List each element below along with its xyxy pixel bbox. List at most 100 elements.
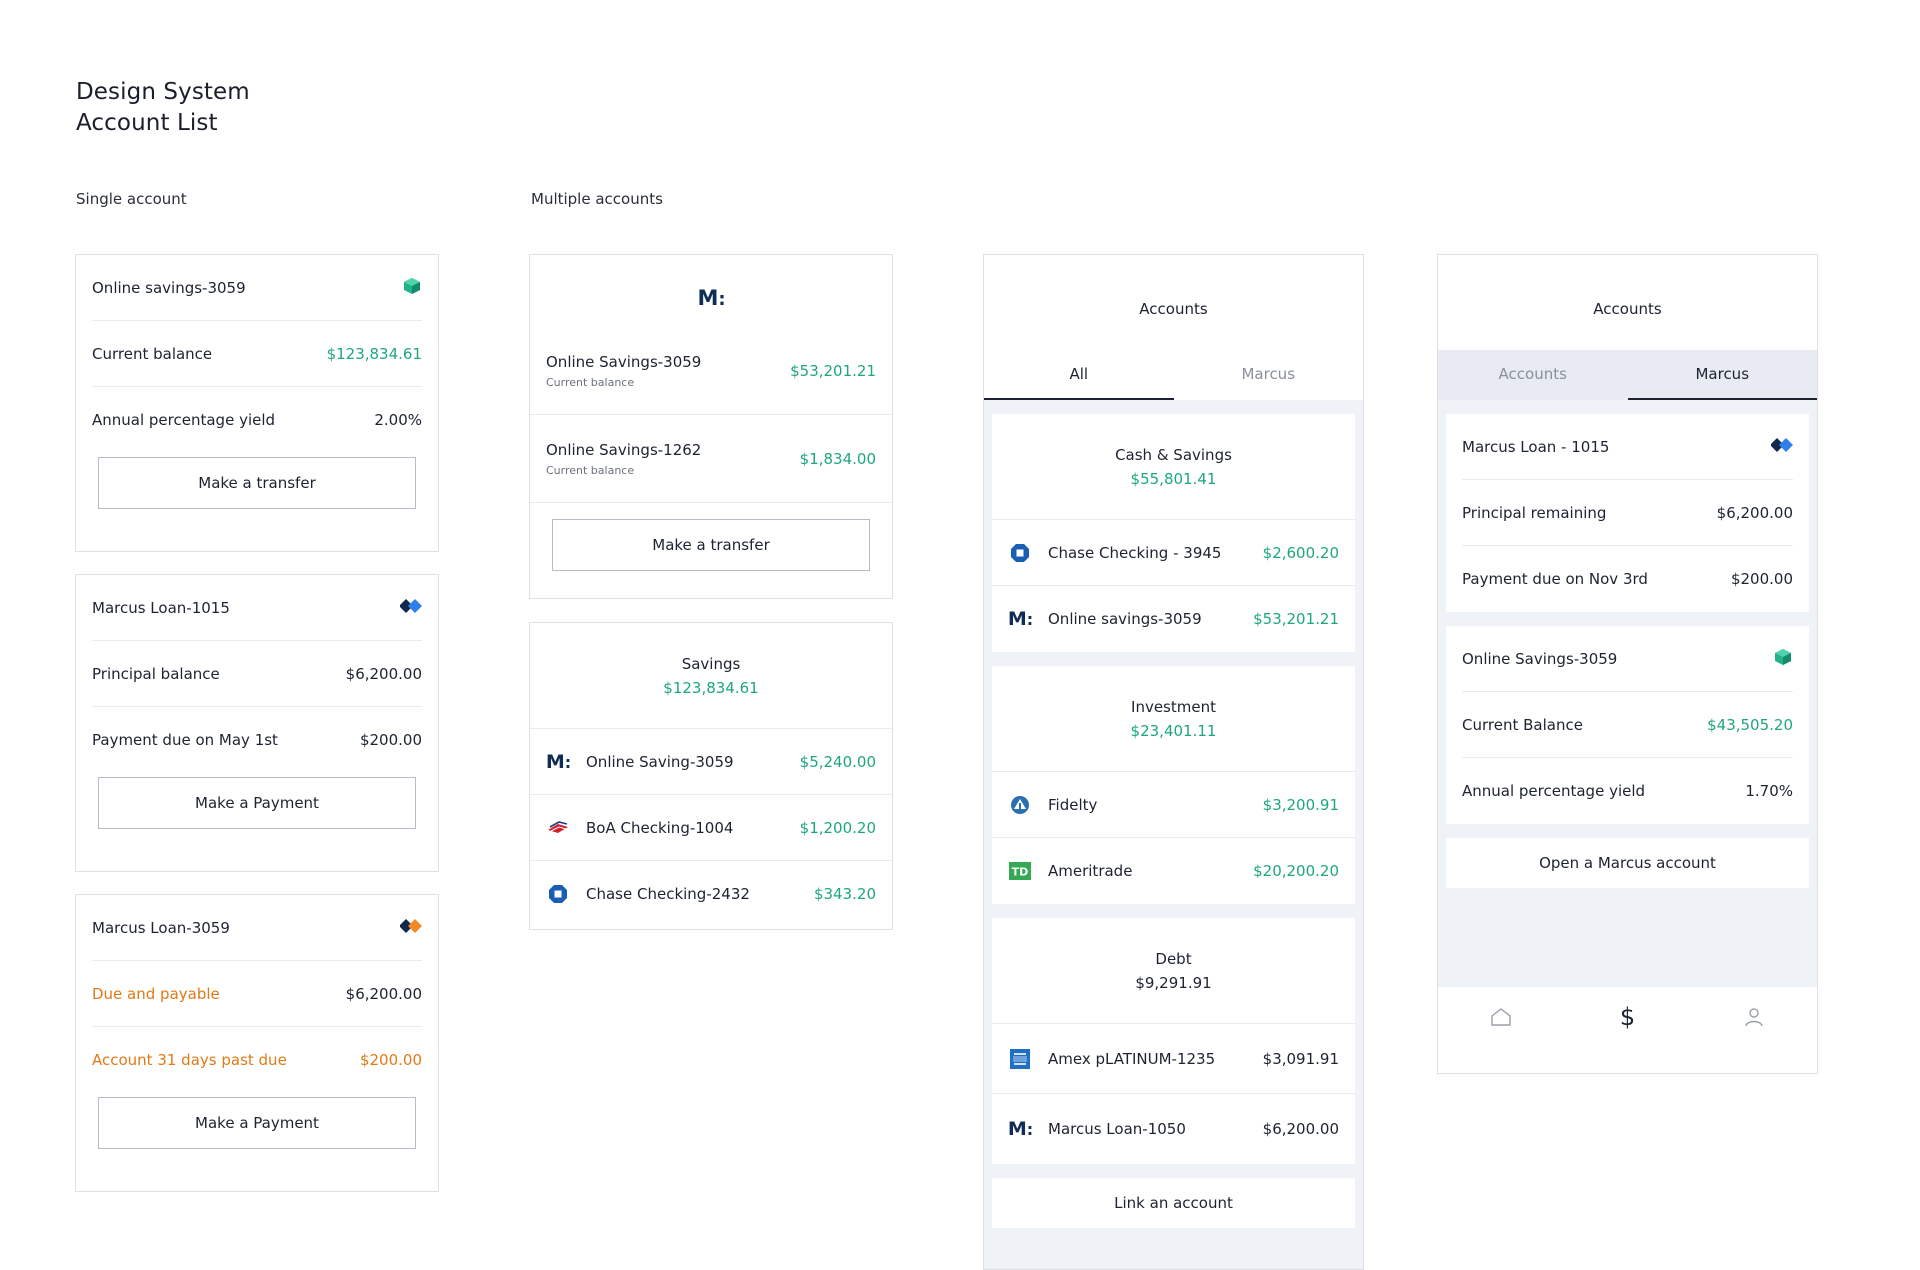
list-item[interactable]: Chase Checking-2432 $343.20 bbox=[530, 861, 892, 927]
detail-row: Current balance $123,834.61 bbox=[92, 321, 422, 387]
tab-bar: Accounts Marcus bbox=[1438, 350, 1817, 400]
card-title: Marcus Loan - 1015 bbox=[1462, 437, 1610, 456]
card-header-row: Online Savings-3059 bbox=[1462, 626, 1793, 692]
detail-value: $43,505.20 bbox=[1707, 715, 1793, 734]
logo-colon: : bbox=[718, 289, 725, 310]
detail-label: Payment due on May 1st bbox=[92, 731, 278, 749]
phone-header: Accounts bbox=[984, 255, 1363, 350]
group-card-debt: Debt $9,291.91 Amex pLATINUM-1235 $3,091… bbox=[992, 918, 1355, 1164]
make-transfer-button[interactable]: Make a transfer bbox=[98, 457, 416, 509]
group-title: Investment bbox=[1131, 697, 1216, 716]
card-header-row: Marcus Loan-3059 bbox=[92, 895, 422, 961]
account-sub: Current balance bbox=[546, 375, 635, 389]
list-item[interactable]: M: Online Saving-3059 $5,240.00 bbox=[530, 729, 892, 795]
detail-label: Principal balance bbox=[92, 664, 220, 683]
detail-value: $200.00 bbox=[359, 731, 422, 749]
home-icon[interactable] bbox=[1488, 1004, 1514, 1030]
detail-row: Principal remaining $6,200.00 bbox=[1462, 480, 1793, 546]
group-title: Cash & Savings bbox=[1115, 445, 1232, 464]
detail-value: $6,200.00 bbox=[1716, 503, 1793, 522]
detail-value: $200.00 bbox=[359, 1051, 422, 1069]
detail-row: Due and payable $6,200.00 bbox=[92, 961, 422, 1027]
list-item[interactable]: BoA Checking-1004 $1,200.20 bbox=[530, 795, 892, 861]
account-name: BoA Checking-1004 bbox=[586, 818, 734, 837]
account-name: Fidelty bbox=[1048, 795, 1098, 814]
detail-label: Current balance bbox=[92, 344, 213, 363]
list-item[interactable]: Online Savings-1262 Current balance $1,8… bbox=[530, 415, 892, 503]
phone-header: Accounts bbox=[1438, 255, 1817, 350]
multi-card-savings-group: Savings $123,834.61 M: Online Saving-305… bbox=[529, 622, 893, 930]
account-value: $53,201.21 bbox=[790, 361, 876, 380]
list-item[interactable]: Chase Checking - 3945 $2,600.20 bbox=[992, 520, 1355, 586]
group-card-cash-savings: Cash & Savings $55,801.41 Chase Checking… bbox=[992, 414, 1355, 652]
phone-all-accounts: Accounts All Marcus Cash & Savings $55,8… bbox=[983, 254, 1364, 1270]
page-title: Design System Account List bbox=[76, 77, 250, 139]
detail-label: Current Balance bbox=[1462, 715, 1583, 734]
page-title-line2: Account List bbox=[76, 110, 218, 136]
card-header-row: Marcus Loan - 1015 bbox=[1462, 414, 1793, 480]
single-card-savings: Online savings-3059 Current balance $123… bbox=[75, 254, 439, 552]
multi-card-marcus: M: Online Savings-3059 Current balance $… bbox=[529, 254, 893, 599]
detail-label: Payment due on Nov 3rd bbox=[1462, 570, 1648, 588]
account-name: Marcus Loan-1050 bbox=[1048, 1120, 1186, 1138]
user-icon[interactable] bbox=[1741, 1004, 1767, 1030]
boa-flag-icon bbox=[546, 816, 570, 840]
group-header: Savings $123,834.61 bbox=[530, 623, 892, 729]
account-name: Chase Checking - 3945 bbox=[1048, 543, 1222, 562]
detail-row: Principal balance $6,200.00 bbox=[92, 641, 422, 707]
card-title: Marcus Loan-1015 bbox=[92, 598, 230, 617]
phone-marcus-accounts: Accounts Accounts Marcus Marcus Loan - 1… bbox=[1437, 254, 1818, 1074]
account-name: Online Savings-3059 bbox=[546, 352, 702, 371]
svg-text:TD: TD bbox=[1012, 866, 1029, 879]
list-item[interactable]: Online Savings-3059 Current balance $53,… bbox=[530, 327, 892, 415]
marcus-m-icon: M: bbox=[1007, 608, 1033, 630]
marcus-m-icon: M: bbox=[545, 750, 571, 773]
account-value: $5,240.00 bbox=[799, 752, 876, 771]
list-item[interactable]: Fidelty $3,200.91 bbox=[992, 772, 1355, 838]
marcus-logo: M: bbox=[530, 255, 892, 327]
account-value: $343.20 bbox=[813, 885, 876, 903]
group-header: Investment $23,401.11 bbox=[992, 666, 1355, 772]
group-header: Debt $9,291.91 bbox=[992, 918, 1355, 1024]
single-card-loan: Marcus Loan-1015 Principal balance $6,20… bbox=[75, 574, 439, 872]
make-payment-button[interactable]: Make a Payment bbox=[98, 1097, 416, 1149]
tab-marcus[interactable]: Marcus bbox=[1174, 350, 1364, 400]
marcus-diamond-icon bbox=[1770, 437, 1793, 457]
group-title: Savings bbox=[681, 654, 741, 673]
detail-row: Annual percentage yield 1.70% bbox=[1462, 758, 1793, 824]
account-name: Ameritrade bbox=[1048, 862, 1133, 880]
detail-label: Annual percentage yield bbox=[1462, 782, 1646, 800]
chase-octagon-icon bbox=[1008, 541, 1032, 565]
marcus-diamond-orange-icon bbox=[399, 918, 422, 938]
detail-row: Payment due on Nov 3rd $200.00 bbox=[1462, 546, 1793, 612]
account-name: Online savings-3059 bbox=[1048, 610, 1202, 628]
detail-value: $200.00 bbox=[1730, 570, 1793, 588]
link-account-button[interactable]: Link an account bbox=[992, 1178, 1355, 1228]
list-item[interactable]: Amex pLATINUM-1235 $3,091.91 bbox=[992, 1024, 1355, 1094]
list-item[interactable]: M: Online savings-3059 $53,201.21 bbox=[992, 586, 1355, 652]
group-value: $55,801.41 bbox=[1130, 469, 1217, 488]
marcus-loan-card: Marcus Loan - 1015 Principal remaining $… bbox=[1446, 414, 1809, 612]
account-value: $53,201.21 bbox=[1253, 610, 1339, 628]
card-title: Online savings-3059 bbox=[92, 278, 246, 297]
marcus-diamond-icon bbox=[399, 598, 422, 618]
make-payment-button[interactable]: Make a Payment bbox=[98, 777, 416, 829]
account-value: $2,600.20 bbox=[1262, 543, 1339, 562]
section-label-multiple: Multiple accounts bbox=[531, 190, 663, 208]
tab-accounts[interactable]: Accounts bbox=[1438, 350, 1628, 400]
marcus-cube-icon bbox=[402, 276, 422, 300]
make-transfer-button[interactable]: Make a transfer bbox=[552, 519, 870, 571]
list-item[interactable]: M: Marcus Loan-1050 $6,200.00 bbox=[992, 1094, 1355, 1164]
card-title: Online Savings-3059 bbox=[1462, 649, 1618, 668]
tab-all[interactable]: All bbox=[984, 350, 1174, 400]
open-marcus-account-button[interactable]: Open a Marcus account bbox=[1446, 838, 1809, 888]
list-item[interactable]: TD Ameritrade $20,200.20 bbox=[992, 838, 1355, 904]
account-value: $1,200.20 bbox=[799, 818, 876, 837]
group-value: $123,834.61 bbox=[663, 678, 759, 697]
detail-value: $6,200.00 bbox=[345, 984, 422, 1003]
fidelity-icon bbox=[1008, 793, 1032, 817]
dollar-icon[interactable]: $ bbox=[1614, 1003, 1640, 1031]
tab-marcus[interactable]: Marcus bbox=[1627, 350, 1817, 400]
amex-icon bbox=[1008, 1047, 1032, 1071]
detail-label: Due and payable bbox=[92, 984, 220, 1003]
